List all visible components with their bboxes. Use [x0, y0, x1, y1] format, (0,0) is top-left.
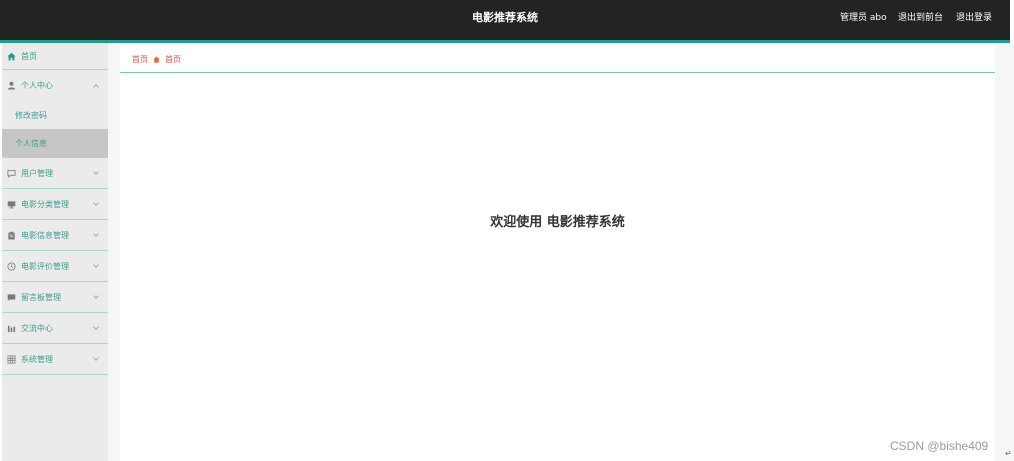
- breadcrumb-current: 首页: [165, 54, 181, 64]
- sidebar-item-home[interactable]: 首页: [2, 43, 108, 70]
- chevron-up-icon: [93, 83, 99, 90]
- sidebar-item-personal-center[interactable]: 个人中心: [2, 70, 108, 101]
- admin-user-label: 管理员 abo: [840, 13, 887, 23]
- chevron-down-icon: [93, 231, 99, 237]
- sidebar-item-label: 系统管理: [21, 354, 53, 364]
- sidebar-item-label: 用户管理: [21, 168, 53, 178]
- sidebar-item-label: 留言板管理: [21, 292, 61, 302]
- home-icon: [153, 56, 160, 63]
- sidebar-subitem-label: 个人信息: [15, 138, 47, 148]
- sidebar-item-message-board-management[interactable]: 留言板管理: [2, 282, 108, 313]
- clipboard-icon: [7, 231, 16, 240]
- message-icon: [7, 293, 16, 302]
- user-icon: [7, 81, 16, 90]
- breadcrumb-divider: [120, 72, 995, 73]
- sidebar-group-personal-center: 个人中心 修改密码 个人信息: [2, 70, 108, 158]
- clock-icon: [7, 261, 16, 271]
- sidebar-item-label: 交流中心: [21, 323, 53, 333]
- chevron-down-icon: [93, 355, 99, 361]
- watermark: CSDN @bishe409: [890, 439, 989, 453]
- sidebar-item-movie-review-management[interactable]: 电影评价管理: [2, 251, 108, 282]
- sidebar-item-user-management[interactable]: 用户管理: [2, 158, 108, 189]
- return-icon: [1005, 450, 1012, 458]
- sidebar-item-exchange-center[interactable]: 交流中心: [2, 313, 108, 344]
- chevron-down-icon: [93, 293, 99, 299]
- chevron-down-icon: [93, 262, 99, 268]
- chevron-down-icon: [93, 169, 99, 175]
- sidebar: 首页 个人中心 修改密码 个人信息 用户管理 电影分类管理 电影信息管理 电影评…: [2, 43, 108, 461]
- sidebar-item-label: 个人中心: [21, 81, 53, 90]
- sidebar-subitem-label: 修改密码: [15, 110, 47, 120]
- breadcrumb-home-link[interactable]: 首页: [132, 54, 148, 65]
- sidebar-item-label: 首页: [21, 51, 37, 61]
- chevron-down-icon: [93, 200, 99, 206]
- logout-link[interactable]: 退出登录: [956, 12, 992, 24]
- bar-chart-icon: [7, 324, 16, 333]
- monitor-icon: [7, 200, 16, 209]
- sidebar-subitem-change-password[interactable]: 修改密码: [2, 101, 108, 129]
- grid-icon: [7, 355, 16, 364]
- sidebar-item-movie-category-management[interactable]: 电影分类管理: [2, 189, 108, 220]
- chevron-down-icon: [93, 324, 99, 330]
- sidebar-item-label: 电影分类管理: [21, 199, 69, 209]
- home-icon: [7, 52, 16, 61]
- top-header: 电影推荐系统 管理员 abo 退出到前台 退出登录: [0, 0, 1010, 40]
- sidebar-item-movie-info-management[interactable]: 电影信息管理: [2, 220, 108, 251]
- sidebar-item-label: 电影信息管理: [21, 230, 69, 240]
- welcome-message: 欢迎使用 电影推荐系统: [490, 215, 625, 230]
- back-to-front-link[interactable]: 退出到前台: [898, 12, 943, 24]
- main-panel: 首页 首页 欢迎使用 电影推荐系统: [120, 43, 995, 461]
- sidebar-subitem-personal-info[interactable]: 个人信息: [2, 129, 108, 157]
- sidebar-item-label: 电影评价管理: [21, 261, 69, 271]
- sidebar-item-system-management[interactable]: 系统管理: [2, 344, 108, 375]
- breadcrumb: 首页 首页: [132, 52, 181, 66]
- chat-icon: [7, 169, 16, 178]
